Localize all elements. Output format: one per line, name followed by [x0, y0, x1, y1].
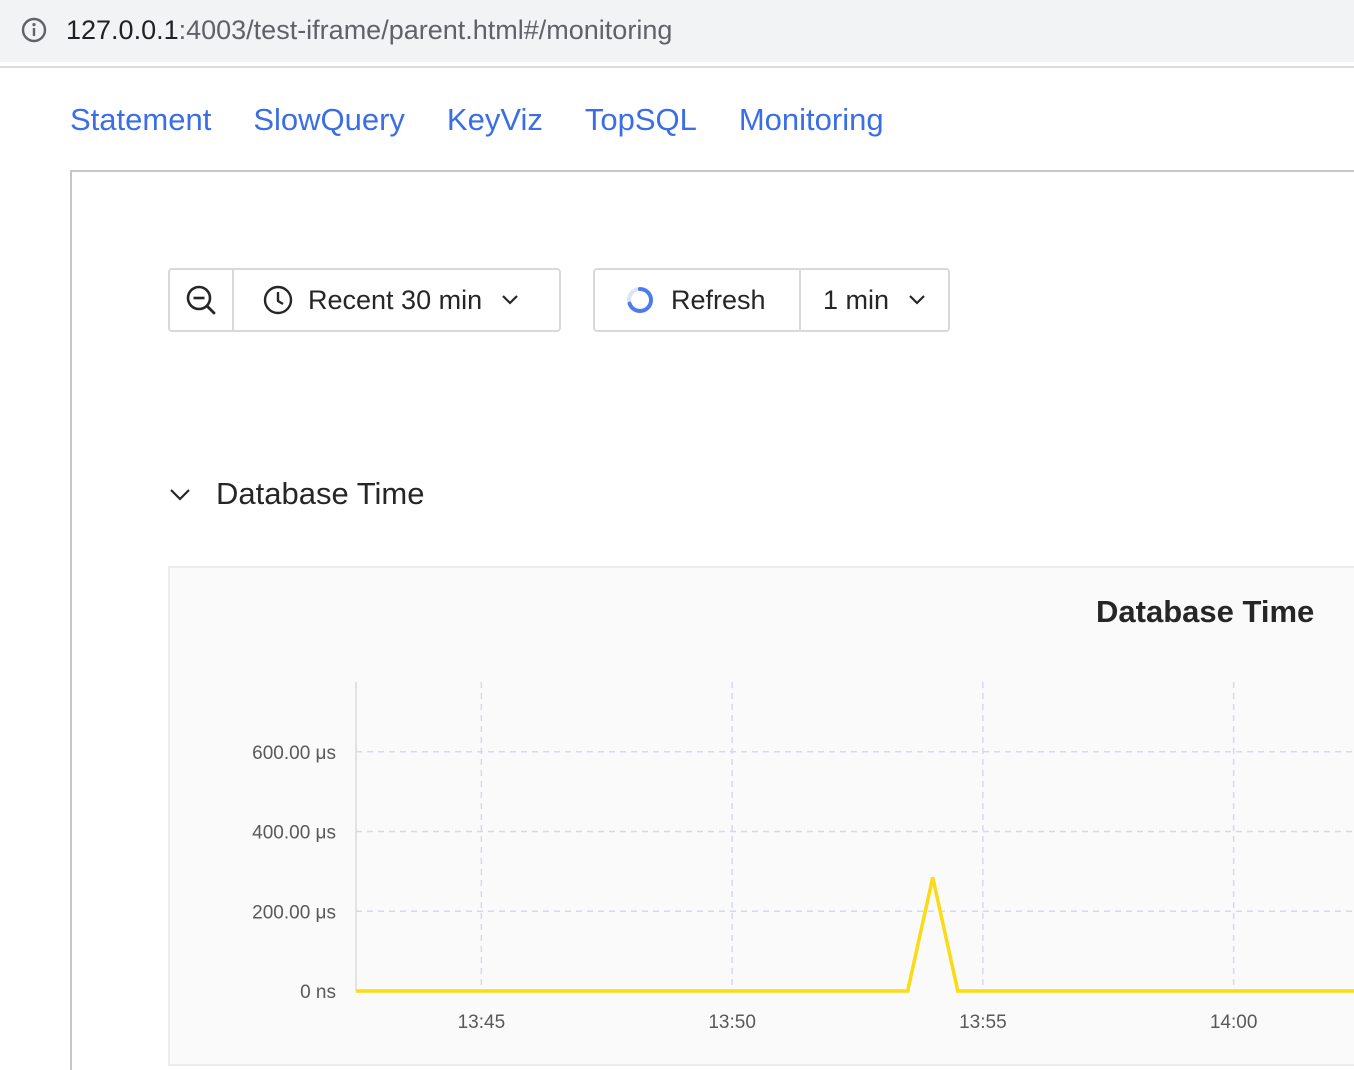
x-tick-label: 13:45 — [458, 1012, 506, 1033]
database-time-chart[interactable]: 0 ns200.00 μs400.00 μs600.00 μs 13:45 13:… — [0, 0, 1354, 1044]
series-line[interactable] — [356, 876, 1354, 993]
x-axis-labels: 13:45 13:50 13:55 14:00 — [458, 1012, 1258, 1033]
y-tick-label: 600.00 μs — [252, 743, 336, 764]
y-grid — [356, 751, 1354, 913]
y-tick-label: 200.00 μs — [252, 902, 336, 923]
x-tick-label: 14:00 — [1210, 1012, 1258, 1033]
y-tick-label: 0 ns — [300, 982, 336, 1003]
x-tick-label: 13:55 — [959, 1012, 1007, 1033]
x-tick-label: 13:50 — [708, 1012, 756, 1033]
series-layer — [356, 876, 1354, 993]
x-grid — [480, 682, 1235, 991]
y-tick-label: 400.00 μs — [252, 823, 336, 844]
y-axis-labels: 0 ns 200.00 μs 400.00 μs 600.00 μs — [252, 743, 336, 1003]
